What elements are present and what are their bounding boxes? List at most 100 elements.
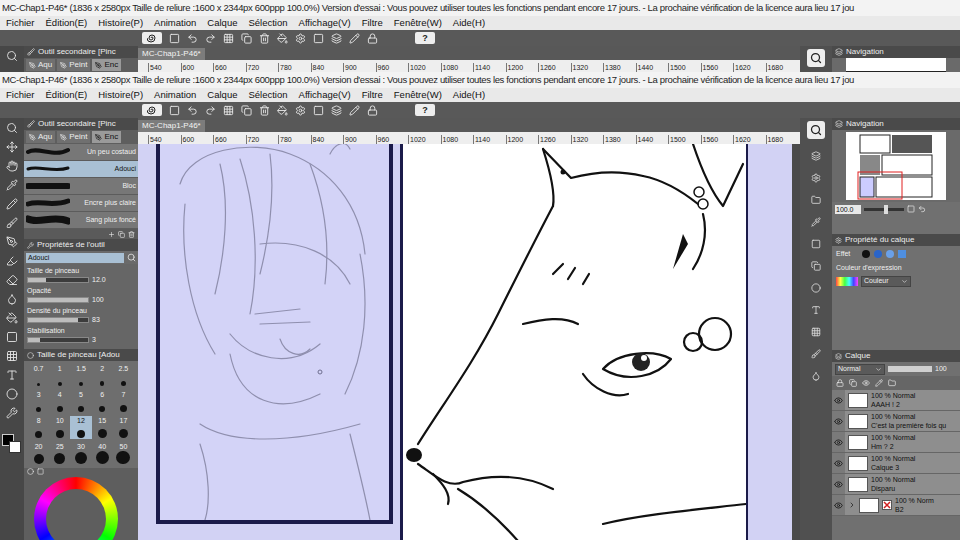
help-button[interactable]: ?: [415, 32, 435, 44]
brush-item[interactable]: Encre plus claire: [24, 195, 138, 212]
copy-icon[interactable]: [241, 33, 252, 44]
lock-icon[interactable]: [836, 379, 844, 387]
menu-item[interactable]: Fichier: [6, 16, 35, 30]
layer-row[interactable]: 100 % NormalHm ? 2: [832, 432, 960, 453]
menu-item[interactable]: Aide(H): [453, 16, 485, 30]
settings-icon[interactable]: [295, 105, 306, 116]
zoom-icon[interactable]: [6, 122, 18, 134]
lock-icon[interactable]: [367, 105, 378, 116]
color-slider-tab-icon[interactable]: [37, 468, 44, 475]
document-tab[interactable]: MC-Chap1-P46*: [138, 120, 205, 132]
hand-icon[interactable]: [6, 160, 18, 172]
lock-icon[interactable]: [367, 33, 378, 44]
subtool-tab[interactable]: Aqu: [26, 131, 55, 143]
visibility-icon[interactable]: [834, 438, 843, 447]
subtool-tab[interactable]: Enc: [92, 131, 121, 143]
border-effect-icon[interactable]: [862, 250, 870, 258]
search-button[interactable]: [807, 121, 825, 139]
subtool-tab[interactable]: Enc: [92, 59, 121, 71]
menu-item[interactable]: Fenêtre(W): [394, 88, 442, 102]
canvas[interactable]: [138, 144, 792, 540]
menu-item[interactable]: Calque: [207, 16, 237, 30]
pen-icon[interactable]: [349, 33, 360, 44]
figure-icon[interactable]: [6, 388, 18, 400]
sub-color-swatch[interactable]: [9, 441, 21, 453]
layer-row[interactable]: 100 % NormalCalque 3: [832, 453, 960, 474]
brush-size-option[interactable]: 10: [49, 416, 70, 439]
scrollbar[interactable]: [792, 144, 800, 540]
menu-item[interactable]: Affichage(V): [299, 88, 351, 102]
brush-size-option[interactable]: 50: [113, 442, 134, 465]
pencil-icon[interactable]: [6, 198, 18, 210]
panel-icon[interactable]: [811, 151, 821, 161]
brush-size-option[interactable]: 40: [92, 442, 113, 465]
menu-item[interactable]: Fenêtre(W): [394, 16, 442, 30]
move-icon[interactable]: [6, 141, 18, 153]
setting-slider[interactable]: [27, 297, 89, 303]
zoom-icon[interactable]: [6, 50, 18, 62]
brush-size-option[interactable]: 2.5: [113, 364, 134, 387]
menu-item[interactable]: Aide(H): [453, 88, 485, 102]
layer-row[interactable]: 100 % NormB2: [832, 495, 960, 516]
delete-icon[interactable]: [128, 231, 135, 238]
panel-icon[interactable]: [811, 261, 821, 271]
copy-icon[interactable]: [118, 231, 125, 238]
visibility-icon[interactable]: [834, 459, 843, 468]
menu-item[interactable]: Filtre: [362, 16, 383, 30]
select-icon[interactable]: [313, 33, 324, 44]
settings-icon[interactable]: [295, 33, 306, 44]
brush-size-option[interactable]: 30: [70, 442, 91, 465]
expression-dropdown[interactable]: Couleur: [861, 276, 911, 287]
menu-item[interactable]: Histoire(P): [98, 88, 143, 102]
brush-item[interactable]: Adouci: [24, 161, 138, 178]
visibility-icon[interactable]: [834, 417, 843, 426]
expand-icon[interactable]: [848, 501, 856, 509]
rotate-icon[interactable]: [918, 205, 926, 213]
layer-row[interactable]: 100 % NormalAAAH ! 2: [832, 390, 960, 411]
magnifier-icon[interactable]: [127, 253, 136, 262]
menu-item[interactable]: Affichage(V): [299, 16, 351, 30]
brush-size-option[interactable]: 3: [28, 390, 49, 413]
brush-size-option[interactable]: 8: [28, 416, 49, 439]
clear-icon[interactable]: [259, 105, 270, 116]
panel-icon[interactable]: [811, 195, 821, 205]
brush-item[interactable]: Un peu costaud: [24, 144, 138, 161]
layer-color-icon[interactable]: [898, 250, 906, 258]
subtool-tab[interactable]: Peint: [57, 131, 90, 143]
zoom-field[interactable]: 100.0: [835, 205, 861, 214]
visibility-icon[interactable]: [834, 480, 843, 489]
grid-icon[interactable]: [223, 105, 234, 116]
brush-size-option[interactable]: 1.5: [70, 364, 91, 387]
menu-item[interactable]: Histoire(P): [98, 16, 143, 30]
panel-icon[interactable]: [811, 349, 821, 359]
folder-icon[interactable]: [888, 379, 896, 387]
setting-slider[interactable]: [27, 277, 89, 283]
brush-size-option[interactable]: 12: [70, 416, 91, 439]
redo-icon[interactable]: [205, 105, 216, 116]
fill-icon[interactable]: [6, 312, 18, 324]
navigation-thumbnail[interactable]: [846, 132, 946, 200]
panel-icon[interactable]: [811, 239, 821, 249]
copy-icon[interactable]: [241, 105, 252, 116]
fill-icon[interactable]: [277, 105, 288, 116]
brush-item[interactable]: Bloc: [24, 178, 138, 195]
eraser-icon[interactable]: [6, 274, 18, 286]
select-icon[interactable]: [313, 105, 324, 116]
visibility-icon[interactable]: [834, 396, 843, 405]
setting-slider[interactable]: [27, 317, 89, 323]
layers-icon[interactable]: [331, 33, 342, 44]
panel-icon[interactable]: [811, 371, 821, 381]
brush-size-option[interactable]: 7: [113, 390, 134, 413]
subtool-tab[interactable]: Aqu: [26, 59, 55, 71]
brush-size-option[interactable]: 25: [49, 442, 70, 465]
new-icon[interactable]: [169, 105, 180, 116]
menu-item[interactable]: Animation: [154, 88, 196, 102]
layer-row[interactable]: 100 % NormalDisparu: [832, 474, 960, 495]
menu-item[interactable]: Animation: [154, 16, 196, 30]
panel-icon[interactable]: [811, 327, 821, 337]
search-button[interactable]: [807, 49, 825, 67]
panel-icon[interactable]: [811, 305, 821, 315]
pen-icon[interactable]: [6, 236, 18, 248]
menu-item[interactable]: Calque: [207, 88, 237, 102]
brush-size-option[interactable]: 0.7: [28, 364, 49, 387]
